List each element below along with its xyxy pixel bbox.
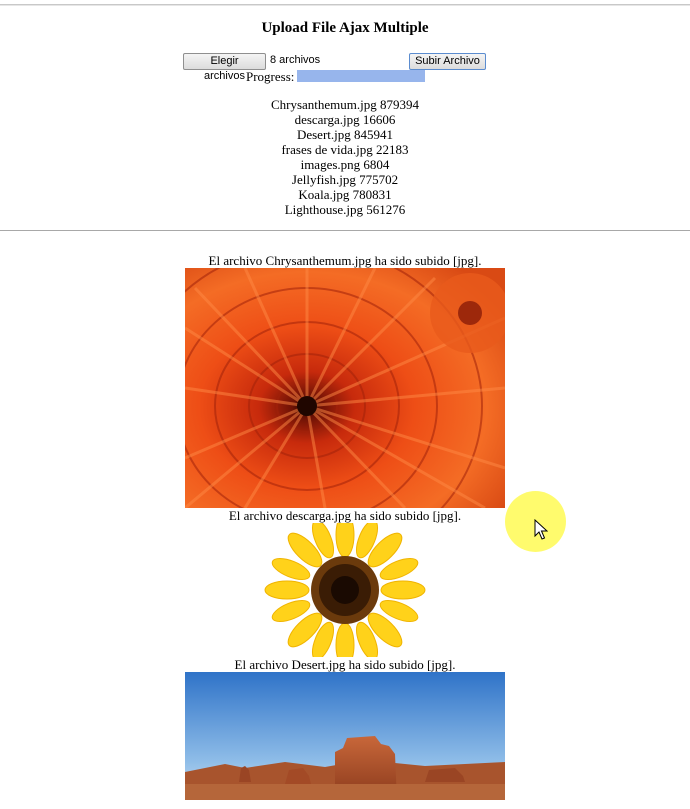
progress-bar-fill (297, 70, 425, 82)
mouse-cursor-icon (534, 518, 549, 545)
upload-button[interactable]: Subir Archivo (409, 53, 486, 70)
file-list-item: Desert.jpg 845941 (296, 127, 394, 142)
file-list-item: Lighthouse.jpg 561276 (284, 202, 406, 217)
desert-image (185, 672, 505, 800)
upload-results: El archivo Chrysanthemum.jpg ha sido sub… (0, 253, 690, 800)
top-divider (0, 4, 690, 6)
progress-bar (297, 70, 425, 82)
upload-result-message: El archivo descarga.jpg ha sido subido [… (228, 508, 462, 523)
page-title: Upload File Ajax Multiple (261, 20, 429, 36)
selected-files-list: Chrysanthemum.jpg 879394 descarga.jpg 16… (0, 97, 690, 217)
progress-label: Progress: (246, 69, 295, 84)
file-list-item: Chrysanthemum.jpg 879394 (270, 97, 420, 112)
file-list-item: frases de vida.jpg 22183 (281, 142, 409, 157)
file-count-label: 8 archivos (270, 54, 321, 66)
file-list-item: images.png 6804 (300, 157, 390, 172)
choose-files-button[interactable]: Elegir archivos (183, 53, 266, 82)
file-list-item: Koala.jpg 780831 (298, 187, 392, 202)
section-divider (0, 230, 690, 231)
file-list-item: Jellyfish.jpg 775702 (291, 172, 399, 187)
chrysanthemum-image (185, 268, 505, 508)
upload-result-message: El archivo Desert.jpg ha sido subido [jp… (234, 657, 456, 672)
file-list-item: descarga.jpg 16606 (294, 112, 396, 127)
sunflower-image (255, 523, 435, 657)
upload-result-message: El archivo Chrysanthemum.jpg ha sido sub… (208, 253, 482, 268)
